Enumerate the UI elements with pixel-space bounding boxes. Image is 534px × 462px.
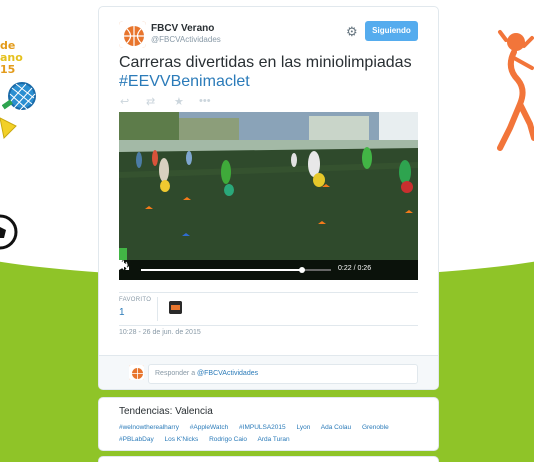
tweet-header: FBCV Verano @FBCVActividades ⚙ Siguiendo (119, 21, 418, 49)
more-icon[interactable]: ••• (199, 95, 211, 107)
retweet-icon[interactable]: ⇄ (146, 95, 155, 108)
left-logo-text: de ano 15 (0, 40, 30, 76)
author-avatar[interactable] (119, 21, 146, 48)
stats-bottom-divider (119, 325, 418, 326)
video-frame (119, 112, 418, 280)
reply-area: Responder a @FBCVActividades (99, 355, 438, 389)
trend-item[interactable]: Grenoble (362, 424, 389, 431)
tweet-text: Carreras divertidas en las miniolimpiada… (119, 53, 424, 91)
tweet-card: FBCV Verano @FBCVActividades ⚙ Siguiendo… (98, 6, 439, 390)
favorites-label: FAVORITO (119, 297, 152, 303)
trend-item[interactable]: #PBLabDay (119, 436, 154, 443)
reply-mention: @FBCVActividades (197, 370, 259, 377)
stats-separator (157, 297, 158, 321)
trend-item[interactable]: #IMPULSA2015 (239, 424, 286, 431)
trends-card: Tendencias: Valencia #welnowtherealharry… (98, 397, 439, 451)
reply-prefix: Responder a (155, 370, 196, 377)
video-progress-fill (141, 269, 302, 271)
left-logo-line-3: 15 (0, 63, 16, 76)
trend-item[interactable]: Los K'Nicks (165, 436, 199, 443)
video-controls: 0:22 / 0:26 (119, 260, 418, 280)
tweet-timestamp[interactable]: 10:28 - 26 de jun. de 2015 (119, 329, 201, 336)
trend-item[interactable]: Lyon (296, 424, 310, 431)
stats-top-divider (119, 292, 418, 293)
video-progress-knob[interactable] (298, 267, 305, 273)
trends-title: Tendencias: Valencia (119, 406, 213, 417)
favorite-star-icon[interactable]: ★ (174, 95, 184, 108)
trend-item[interactable]: #AppleWatch (190, 424, 228, 431)
reply-input[interactable]: Responder a @FBCVActividades (148, 364, 418, 384)
video-time: 0:22 / 0:26 (338, 265, 372, 272)
tennis-racket-icon (2, 82, 36, 111)
trend-item[interactable]: Rodrigo Caio (209, 436, 247, 443)
video-player[interactable]: 0:22 / 0:26 (119, 112, 418, 280)
trend-item[interactable]: Ada Colau (321, 424, 351, 431)
tweet-text-body: Carreras divertidas en las miniolimpiada… (119, 54, 412, 71)
trend-item[interactable]: Arda Turan (257, 436, 289, 443)
basketball-player-icon (497, 30, 534, 151)
fullscreen-icon[interactable] (119, 260, 129, 270)
following-button[interactable]: Siguiendo (365, 21, 418, 41)
soccer-ball-icon (0, 214, 18, 250)
reply-icon[interactable]: ↩ (120, 95, 129, 108)
favorites-count[interactable]: 1 (119, 307, 125, 318)
author-handle[interactable]: @FBCVActividades (151, 35, 221, 44)
gear-icon[interactable]: ⚙ (346, 25, 360, 39)
trend-item[interactable]: #welnowtherealharry (119, 424, 179, 431)
favoriter-avatar[interactable] (169, 301, 182, 314)
favoriter-logo-icon (169, 301, 182, 314)
tweet-stats: FAVORITO 1 (119, 297, 419, 321)
author-name[interactable]: FBCV Verano (151, 23, 214, 34)
next-card (98, 456, 439, 462)
yellow-ball-icon (0, 117, 17, 140)
hashtag-link[interactable]: #EEVVBenimaclet (119, 73, 250, 90)
trends-list: #welnowtherealharry #AppleWatch #IMPULSA… (119, 422, 419, 446)
reply-basketball-logo-icon (129, 365, 144, 380)
video-progress-bar[interactable] (141, 267, 331, 273)
reply-avatar (129, 365, 144, 380)
basketball-logo-icon (119, 21, 146, 48)
